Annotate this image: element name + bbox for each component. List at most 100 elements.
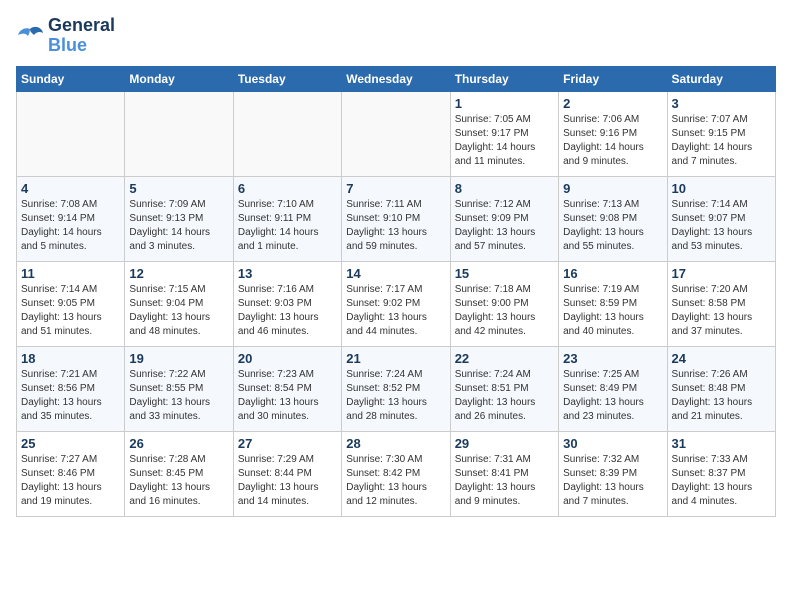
day-number: 25 (21, 436, 120, 451)
weekday-header-sunday: Sunday (17, 66, 125, 91)
day-number: 29 (455, 436, 554, 451)
day-number: 18 (21, 351, 120, 366)
calendar-cell (125, 91, 233, 176)
day-info: Sunrise: 7:11 AM Sunset: 9:10 PM Dayligh… (346, 198, 445, 254)
day-number: 19 (129, 351, 228, 366)
day-info: Sunrise: 7:32 AM Sunset: 8:39 PM Dayligh… (563, 453, 662, 509)
day-info: Sunrise: 7:29 AM Sunset: 8:44 PM Dayligh… (238, 453, 337, 509)
day-number: 30 (563, 436, 662, 451)
day-info: Sunrise: 7:09 AM Sunset: 9:13 PM Dayligh… (129, 198, 228, 254)
calendar-week-row: 4 Sunrise: 7:08 AM Sunset: 9:14 PM Daylig… (17, 176, 776, 261)
day-number: 5 (129, 181, 228, 196)
day-info: Sunrise: 7:33 AM Sunset: 8:37 PM Dayligh… (672, 453, 771, 509)
day-number: 15 (455, 266, 554, 281)
weekday-header-thursday: Thursday (450, 66, 558, 91)
calendar-cell: 26Sunrise: 7:28 AM Sunset: 8:45 PM Dayli… (125, 431, 233, 516)
calendar-week-row: 25 Sunrise: 7:27 AM Sunset: 8:46 PM Dayli… (17, 431, 776, 516)
calendar-cell (17, 91, 125, 176)
day-number: 8 (455, 181, 554, 196)
weekday-header-wednesday: Wednesday (342, 66, 450, 91)
calendar-cell: 1Sunrise: 7:05 AM Sunset: 9:17 PM Daylig… (450, 91, 558, 176)
logo-text: General Blue (48, 16, 115, 56)
day-info: Sunrise: 7:07 AM Sunset: 9:15 PM Dayligh… (672, 113, 771, 169)
page-header: General Blue (16, 16, 776, 56)
day-number: 21 (346, 351, 445, 366)
calendar-cell: 16Sunrise: 7:19 AM Sunset: 8:59 PM Dayli… (559, 261, 667, 346)
day-info: Sunrise: 7:24 AM Sunset: 8:51 PM Dayligh… (455, 368, 554, 424)
day-info: Sunrise: 7:30 AM Sunset: 8:42 PM Dayligh… (346, 453, 445, 509)
day-info: Sunrise: 7:26 AM Sunset: 8:48 PM Dayligh… (672, 368, 771, 424)
day-info: Sunrise: 7:19 AM Sunset: 8:59 PM Dayligh… (563, 283, 662, 339)
calendar-cell: 3 Sunrise: 7:07 AM Sunset: 9:15 PM Daylig… (667, 91, 775, 176)
calendar-cell: 23Sunrise: 7:25 AM Sunset: 8:49 PM Dayli… (559, 346, 667, 431)
calendar-cell: 8 Sunrise: 7:12 AM Sunset: 9:09 PM Daylig… (450, 176, 558, 261)
calendar-cell: 7 Sunrise: 7:11 AM Sunset: 9:10 PM Daylig… (342, 176, 450, 261)
calendar-cell: 5 Sunrise: 7:09 AM Sunset: 9:13 PM Daylig… (125, 176, 233, 261)
day-number: 22 (455, 351, 554, 366)
day-info: Sunrise: 7:20 AM Sunset: 8:58 PM Dayligh… (672, 283, 771, 339)
calendar-cell: 13 Sunrise: 7:16 AM Sunset: 9:03 PM Dayli… (233, 261, 341, 346)
day-number: 7 (346, 181, 445, 196)
day-info: Sunrise: 7:17 AM Sunset: 9:02 PM Dayligh… (346, 283, 445, 339)
day-info: Sunrise: 7:21 AM Sunset: 8:56 PM Dayligh… (21, 368, 120, 424)
day-number: 9 (563, 181, 662, 196)
calendar-cell: 22 Sunrise: 7:24 AM Sunset: 8:51 PM Dayli… (450, 346, 558, 431)
calendar-header-row: SundayMondayTuesdayWednesdayThursdayFrid… (17, 66, 776, 91)
calendar-week-row: 11Sunrise: 7:14 AM Sunset: 9:05 PM Dayli… (17, 261, 776, 346)
day-info: Sunrise: 7:13 AM Sunset: 9:08 PM Dayligh… (563, 198, 662, 254)
day-info: Sunrise: 7:14 AM Sunset: 9:07 PM Dayligh… (672, 198, 771, 254)
day-info: Sunrise: 7:12 AM Sunset: 9:09 PM Dayligh… (455, 198, 554, 254)
day-number: 14 (346, 266, 445, 281)
calendar-cell: 10 Sunrise: 7:14 AM Sunset: 9:07 PM Dayli… (667, 176, 775, 261)
calendar-cell: 27 Sunrise: 7:29 AM Sunset: 8:44 PM Dayli… (233, 431, 341, 516)
calendar-cell: 21 Sunrise: 7:24 AM Sunset: 8:52 PM Dayli… (342, 346, 450, 431)
calendar-cell: 4 Sunrise: 7:08 AM Sunset: 9:14 PM Daylig… (17, 176, 125, 261)
day-number: 24 (672, 351, 771, 366)
calendar-cell (233, 91, 341, 176)
logo-bird-icon (16, 25, 44, 47)
calendar-cell: 20Sunrise: 7:23 AM Sunset: 8:54 PM Dayli… (233, 346, 341, 431)
day-number: 10 (672, 181, 771, 196)
day-number: 13 (238, 266, 337, 281)
day-number: 3 (672, 96, 771, 111)
day-number: 23 (563, 351, 662, 366)
day-number: 27 (238, 436, 337, 451)
calendar-cell: 2 Sunrise: 7:06 AM Sunset: 9:16 PM Daylig… (559, 91, 667, 176)
calendar-cell (342, 91, 450, 176)
day-number: 2 (563, 96, 662, 111)
calendar-cell: 6Sunrise: 7:10 AM Sunset: 9:11 PM Daylig… (233, 176, 341, 261)
day-info: Sunrise: 7:27 AM Sunset: 8:46 PM Dayligh… (21, 453, 120, 509)
calendar-cell: 25 Sunrise: 7:27 AM Sunset: 8:46 PM Dayli… (17, 431, 125, 516)
day-info: Sunrise: 7:15 AM Sunset: 9:04 PM Dayligh… (129, 283, 228, 339)
day-info: Sunrise: 7:16 AM Sunset: 9:03 PM Dayligh… (238, 283, 337, 339)
weekday-header-monday: Monday (125, 66, 233, 91)
calendar-cell: 17Sunrise: 7:20 AM Sunset: 8:58 PM Dayli… (667, 261, 775, 346)
calendar-cell: 14 Sunrise: 7:17 AM Sunset: 9:02 PM Dayli… (342, 261, 450, 346)
day-number: 4 (21, 181, 120, 196)
day-number: 28 (346, 436, 445, 451)
calendar-cell: 15 Sunrise: 7:18 AM Sunset: 9:00 PM Dayli… (450, 261, 558, 346)
day-info: Sunrise: 7:08 AM Sunset: 9:14 PM Dayligh… (21, 198, 120, 254)
day-info: Sunrise: 7:24 AM Sunset: 8:52 PM Dayligh… (346, 368, 445, 424)
day-number: 20 (238, 351, 337, 366)
day-number: 11 (21, 266, 120, 281)
day-info: Sunrise: 7:10 AM Sunset: 9:11 PM Dayligh… (238, 198, 337, 254)
calendar-cell: 31Sunrise: 7:33 AM Sunset: 8:37 PM Dayli… (667, 431, 775, 516)
day-info: Sunrise: 7:06 AM Sunset: 9:16 PM Dayligh… (563, 113, 662, 169)
calendar-cell: 12Sunrise: 7:15 AM Sunset: 9:04 PM Dayli… (125, 261, 233, 346)
calendar-week-row: 1Sunrise: 7:05 AM Sunset: 9:17 PM Daylig… (17, 91, 776, 176)
logo: General Blue (16, 16, 115, 56)
day-number: 1 (455, 96, 554, 111)
calendar-cell: 28 Sunrise: 7:30 AM Sunset: 8:42 PM Dayli… (342, 431, 450, 516)
calendar-table: SundayMondayTuesdayWednesdayThursdayFrid… (16, 66, 776, 517)
weekday-header-saturday: Saturday (667, 66, 775, 91)
calendar-cell: 29 Sunrise: 7:31 AM Sunset: 8:41 PM Dayli… (450, 431, 558, 516)
day-info: Sunrise: 7:18 AM Sunset: 9:00 PM Dayligh… (455, 283, 554, 339)
calendar-cell: 18 Sunrise: 7:21 AM Sunset: 8:56 PM Dayli… (17, 346, 125, 431)
day-info: Sunrise: 7:22 AM Sunset: 8:55 PM Dayligh… (129, 368, 228, 424)
calendar-body: 1Sunrise: 7:05 AM Sunset: 9:17 PM Daylig… (17, 91, 776, 516)
day-info: Sunrise: 7:31 AM Sunset: 8:41 PM Dayligh… (455, 453, 554, 509)
calendar-cell: 30 Sunrise: 7:32 AM Sunset: 8:39 PM Dayli… (559, 431, 667, 516)
day-number: 26 (129, 436, 228, 451)
weekday-header-friday: Friday (559, 66, 667, 91)
